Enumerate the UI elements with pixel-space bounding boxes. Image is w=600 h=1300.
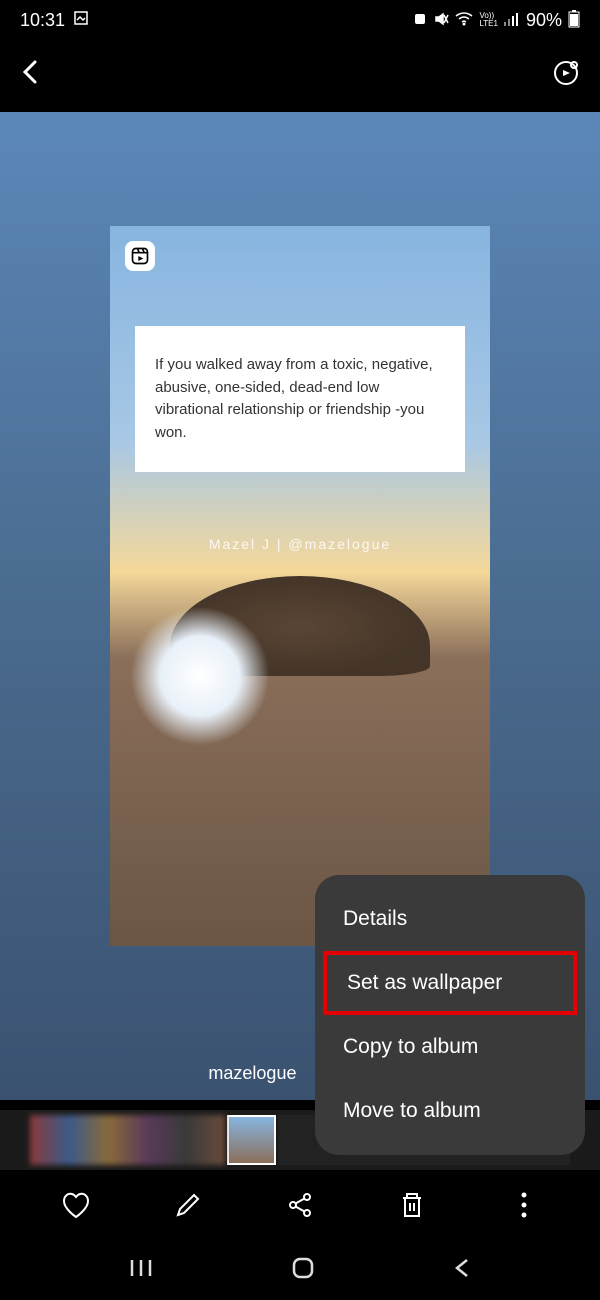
delete-button[interactable] (396, 1189, 428, 1221)
app-header (0, 40, 600, 110)
edit-button[interactable] (172, 1189, 204, 1221)
menu-item-move-album[interactable]: Move to album (315, 1079, 585, 1143)
context-menu: Details Set as wallpaper Copy to album M… (315, 875, 585, 1155)
reels-icon (125, 241, 155, 271)
back-button[interactable] (20, 58, 40, 93)
thumbnail-selected[interactable] (227, 1115, 276, 1165)
system-nav-bar (0, 1240, 600, 1300)
bixby-vision-button[interactable] (552, 59, 580, 92)
recents-button[interactable] (129, 1258, 153, 1283)
menu-item-copy-album[interactable]: Copy to album (315, 1015, 585, 1079)
menu-item-set-wallpaper[interactable]: Set as wallpaper (323, 951, 577, 1015)
photo-content: If you walked away from a toxic, negativ… (110, 226, 490, 946)
screenshot-icon (73, 10, 89, 31)
home-button[interactable] (291, 1256, 315, 1285)
thumbnail[interactable] (30, 1115, 225, 1165)
quote-text: If you walked away from a toxic, negativ… (135, 326, 465, 472)
nav-back-button[interactable] (453, 1256, 471, 1285)
battery-text: 90% (526, 10, 562, 31)
action-bar (0, 1170, 600, 1240)
share-button[interactable] (284, 1189, 316, 1221)
volte-indicator: Vo))LTE1 (479, 12, 498, 28)
status-bar: 10:31 Vo))LTE1 90% (0, 0, 600, 40)
status-right: Vo))LTE1 90% (413, 10, 580, 31)
clock-text: 10:31 (20, 10, 65, 31)
wave-foam-graphic (130, 606, 270, 746)
favorite-button[interactable] (60, 1189, 92, 1221)
battery-icon (568, 10, 580, 31)
app-badge-icon (413, 12, 427, 29)
status-left: 10:31 (20, 10, 89, 31)
more-button[interactable] (508, 1189, 540, 1221)
wifi-icon (455, 12, 473, 29)
username-label: mazelogue (208, 1063, 296, 1084)
author-credit: Mazel J | @mazelogue (110, 536, 490, 552)
menu-item-details[interactable]: Details (315, 887, 585, 951)
mute-icon (433, 11, 449, 30)
signal-icon (504, 12, 520, 29)
